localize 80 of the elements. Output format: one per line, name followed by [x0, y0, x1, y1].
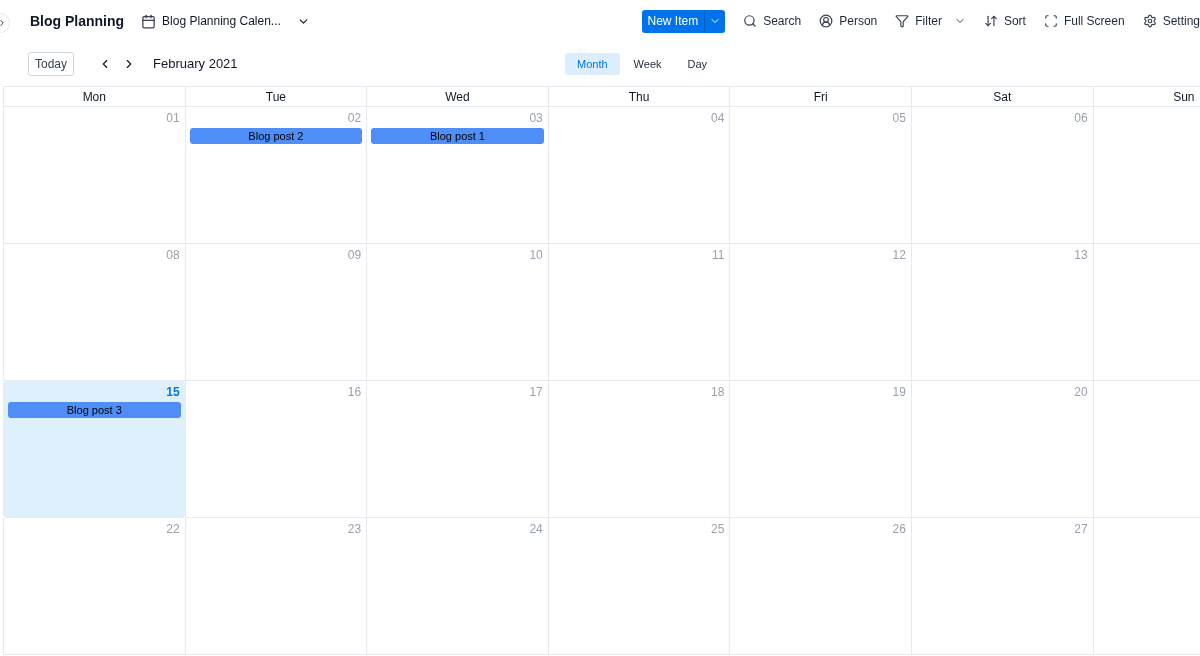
- day-number: 06: [1074, 110, 1088, 125]
- person-icon: [819, 14, 834, 28]
- day-number: 08: [166, 247, 180, 262]
- day-cell[interactable]: 06: [910, 107, 1093, 244]
- day-cell[interactable]: 15 Blog post 3: [3, 381, 185, 518]
- weekday-header: Thu: [547, 87, 730, 107]
- fullscreen-button[interactable]: Full Screen: [1043, 12, 1125, 30]
- day-cell[interactable]: 02 Blog post 2: [184, 107, 367, 244]
- settings-button[interactable]: Setting: [1142, 12, 1200, 30]
- day-number: 10: [529, 247, 543, 262]
- filter-icon: [895, 14, 910, 28]
- view-selector[interactable]: Blog Planning Calen...: [141, 12, 310, 30]
- day-number: 03: [529, 110, 543, 125]
- weekday-header: Sat: [910, 87, 1093, 107]
- person-button[interactable]: Person: [819, 12, 878, 30]
- sort-button[interactable]: Sort: [983, 12, 1026, 30]
- view-tab[interactable]: Week: [621, 53, 674, 75]
- weekday-header: Mon: [3, 87, 185, 107]
- day-cell[interactable]: 11: [547, 244, 730, 381]
- day-cell[interactable]: 01: [3, 107, 185, 244]
- view-tab[interactable]: Month: [565, 53, 620, 75]
- day-number: 24: [529, 521, 543, 536]
- board-title: Blog Planning: [30, 11, 125, 31]
- event-bar[interactable]: Blog post 1: [371, 128, 544, 144]
- view-tab[interactable]: Day: [675, 53, 720, 75]
- period-label: February 2021: [153, 55, 238, 74]
- day-number: 16: [347, 384, 362, 399]
- day-cell[interactable]: 19: [729, 381, 911, 518]
- day-number: 12: [892, 247, 906, 262]
- day-number: 15: [166, 384, 180, 399]
- chevron-right-icon: [0, 18, 7, 28]
- weekday-header: Sun: [1092, 87, 1200, 107]
- day-number: 05: [892, 110, 906, 125]
- day-number: 04: [711, 110, 725, 125]
- day-cell[interactable]: 12: [729, 244, 911, 381]
- filter-button[interactable]: Filter: [895, 12, 942, 30]
- event-bar[interactable]: Blog post 3: [8, 402, 181, 418]
- weekday-header: Wed: [366, 87, 548, 107]
- day-cell[interactable]: 03 Blog post 1: [366, 107, 548, 244]
- day-number: 13: [1074, 247, 1088, 262]
- day-number: 09: [347, 247, 362, 262]
- weekday-header: Tue: [184, 87, 367, 107]
- day-number: 23: [347, 521, 362, 536]
- new-item-label[interactable]: New Item: [641, 12, 705, 30]
- day-cell[interactable]: 13: [910, 244, 1093, 381]
- day-cell[interactable]: 10: [366, 244, 548, 381]
- day-number: 25: [711, 521, 725, 536]
- day-cell[interactable]: 20: [910, 381, 1093, 518]
- search-button[interactable]: Search: [743, 12, 802, 30]
- day-cell[interactable]: 24: [366, 518, 548, 655]
- day-cell[interactable]: 25: [547, 518, 730, 655]
- day-number: 02: [347, 110, 362, 125]
- day-number: 26: [892, 521, 906, 536]
- day-cell[interactable]: 04: [547, 107, 730, 244]
- settings-icon: [1142, 14, 1157, 28]
- day-number: 01: [166, 110, 180, 125]
- day-cell[interactable]: 17: [366, 381, 548, 518]
- day-cell[interactable]: 23: [184, 518, 367, 655]
- weekday-header: Fri: [729, 87, 911, 107]
- new-item-button[interactable]: New Item: [641, 9, 726, 33]
- day-number: 27: [1074, 521, 1088, 536]
- day-number: 18: [711, 384, 725, 399]
- day-cell[interactable]: 26: [729, 518, 911, 655]
- day-number: 11: [711, 247, 725, 262]
- day-number: 20: [1074, 384, 1088, 399]
- search-icon: [743, 14, 758, 28]
- day-number: 19: [892, 384, 906, 399]
- day-cell[interactable]: 09: [184, 244, 367, 381]
- day-cell[interactable]: 27: [910, 518, 1093, 655]
- today-button[interactable]: Today: [28, 52, 75, 76]
- day-cell[interactable]: 22: [3, 518, 185, 655]
- day-cell[interactable]: 18: [547, 381, 730, 518]
- calendar-icon: [141, 13, 157, 29]
- fullscreen-icon: [1043, 14, 1058, 28]
- event-bar[interactable]: Blog post 2: [189, 128, 363, 144]
- day-cell[interactable]: 16: [184, 381, 367, 518]
- day-number: 17: [529, 384, 543, 399]
- sort-icon: [983, 14, 998, 28]
- day-number: 22: [166, 521, 180, 536]
- day-cell[interactable]: 05: [729, 107, 911, 244]
